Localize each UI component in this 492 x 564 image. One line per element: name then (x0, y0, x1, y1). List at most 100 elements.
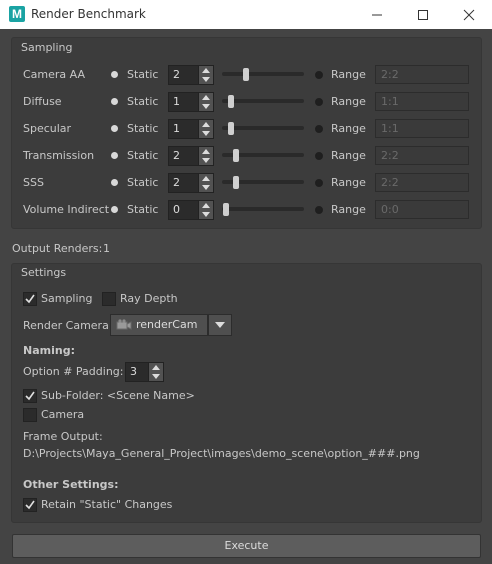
close-button[interactable] (446, 0, 492, 29)
ray-depth-checkbox-label: Ray Depth (120, 292, 178, 305)
sss-range-value: 2:2 (381, 176, 399, 189)
transmission-static-radio[interactable] (111, 152, 118, 159)
diffuse-increment-button[interactable] (199, 93, 213, 102)
transmission-increment-button[interactable] (199, 147, 213, 156)
camera-aa-static-radio[interactable] (111, 71, 118, 78)
render-camera-value: renderCam (136, 318, 198, 331)
diffuse-static-label: Static (127, 95, 159, 108)
transmission-slider-handle[interactable] (233, 149, 239, 162)
render-camera-dropdown-arrow[interactable] (208, 314, 232, 336)
window-title: Render Benchmark (31, 7, 146, 21)
specular-label: Specular (23, 122, 72, 135)
sss-decrement-button[interactable] (199, 183, 213, 192)
transmission-static-value: 2 (173, 149, 180, 162)
camera-aa-label: Camera AA (23, 68, 86, 81)
camera-aa-range-radio[interactable] (315, 71, 323, 79)
transmission-range-radio[interactable] (315, 152, 323, 160)
diffuse-static-spinbox[interactable]: 1 (168, 92, 214, 112)
specular-slider-track[interactable] (222, 126, 304, 130)
transmission-range-field[interactable]: 2:2 (375, 146, 469, 165)
checkmark-icon (25, 391, 35, 401)
camera-aa-static-value: 2 (173, 68, 180, 81)
padding-decrement-button[interactable] (149, 372, 163, 381)
maya-app-icon: M (9, 6, 25, 22)
arrow-down-icon (152, 374, 160, 379)
sss-increment-button[interactable] (199, 174, 213, 183)
specular-static-radio[interactable] (111, 125, 118, 132)
diffuse-slider-track[interactable] (222, 99, 304, 103)
padding-increment-button[interactable] (149, 363, 163, 372)
specular-range-label: Range (331, 122, 366, 135)
diffuse-range-field[interactable]: 1:1 (375, 92, 469, 111)
sampling-checkbox[interactable] (23, 292, 37, 306)
maximize-button[interactable] (400, 0, 446, 29)
specular-range-radio[interactable] (315, 125, 323, 133)
diffuse-label: Diffuse (23, 95, 62, 108)
arrow-up-icon (202, 68, 210, 73)
diffuse-decrement-button[interactable] (199, 102, 213, 111)
retain-static-checkbox[interactable] (23, 498, 37, 512)
padding-label: Option # Padding: (23, 365, 124, 378)
arrow-down-icon (202, 77, 210, 82)
camera-aa-slider-handle[interactable] (243, 68, 249, 81)
volume-indirect-slider-track[interactable] (222, 207, 304, 211)
camera-aa-slider-track[interactable] (222, 72, 304, 76)
frame-output-label: Frame Output: (23, 430, 103, 443)
camera-checkbox[interactable] (23, 408, 37, 422)
diffuse-static-radio[interactable] (111, 98, 118, 105)
specular-range-field[interactable]: 1:1 (375, 119, 469, 138)
volume-indirect-range-field[interactable]: 0:0 (375, 200, 469, 219)
close-icon (463, 9, 475, 21)
transmission-range-value: 2:2 (381, 149, 399, 162)
volume-indirect-range-label: Range (331, 203, 366, 216)
volume-indirect-static-radio[interactable] (111, 206, 118, 213)
padding-spinbox[interactable]: 3 (125, 362, 164, 382)
minimize-icon (372, 14, 382, 16)
arrow-down-icon (202, 212, 210, 217)
specular-increment-button[interactable] (199, 120, 213, 129)
subfolder-checkbox-label: Sub-Folder: <Scene Name> (41, 389, 195, 402)
frame-output-path: D:\Projects\Maya_General_Project\images\… (23, 447, 420, 460)
output-renders-label: Output Renders: (12, 242, 103, 255)
sss-static-value: 2 (173, 176, 180, 189)
arrow-up-icon (202, 149, 210, 154)
camera-aa-increment-button[interactable] (199, 66, 213, 75)
camera-aa-static-spinbox[interactable]: 2 (168, 65, 214, 85)
subfolder-checkbox[interactable] (23, 389, 37, 403)
camera-aa-range-field[interactable]: 2:2 (375, 65, 469, 84)
ray-depth-checkbox[interactable] (102, 292, 116, 306)
volume-indirect-range-value: 0:0 (381, 203, 399, 216)
diffuse-static-value: 1 (173, 95, 180, 108)
naming-label: Naming: (23, 344, 75, 357)
diffuse-slider-handle[interactable] (228, 95, 234, 108)
specular-slider-handle[interactable] (228, 122, 234, 135)
transmission-label: Transmission (23, 149, 95, 162)
specular-decrement-button[interactable] (199, 129, 213, 138)
sss-range-field[interactable]: 2:2 (375, 173, 469, 192)
sss-label: SSS (23, 176, 44, 189)
camera-aa-decrement-button[interactable] (199, 75, 213, 84)
transmission-range-label: Range (331, 149, 366, 162)
sss-static-spinbox[interactable]: 2 (168, 173, 214, 193)
arrow-down-icon (202, 131, 210, 136)
transmission-static-spinbox[interactable]: 2 (168, 146, 214, 166)
sss-static-radio[interactable] (111, 179, 118, 186)
arrow-down-icon (202, 158, 210, 163)
sss-slider-handle[interactable] (233, 176, 239, 189)
volume-indirect-static-spinbox[interactable]: 0 (168, 200, 214, 220)
diffuse-range-radio[interactable] (315, 98, 323, 106)
render-camera-dropdown[interactable]: renderCam (110, 314, 208, 336)
settings-group-title: Settings (21, 266, 67, 279)
sss-range-radio[interactable] (315, 179, 323, 187)
volume-indirect-slider-handle[interactable] (223, 203, 229, 216)
minimize-button[interactable] (354, 0, 400, 29)
execute-button[interactable]: Execute (12, 534, 481, 558)
transmission-decrement-button[interactable] (199, 156, 213, 165)
checkmark-icon (25, 294, 35, 304)
volume-indirect-decrement-button[interactable] (199, 210, 213, 219)
volume-indirect-range-radio[interactable] (315, 206, 323, 214)
specular-static-spinbox[interactable]: 1 (168, 119, 214, 139)
arrow-up-icon (202, 176, 210, 181)
volume-indirect-increment-button[interactable] (199, 201, 213, 210)
padding-value: 3 (130, 365, 137, 378)
